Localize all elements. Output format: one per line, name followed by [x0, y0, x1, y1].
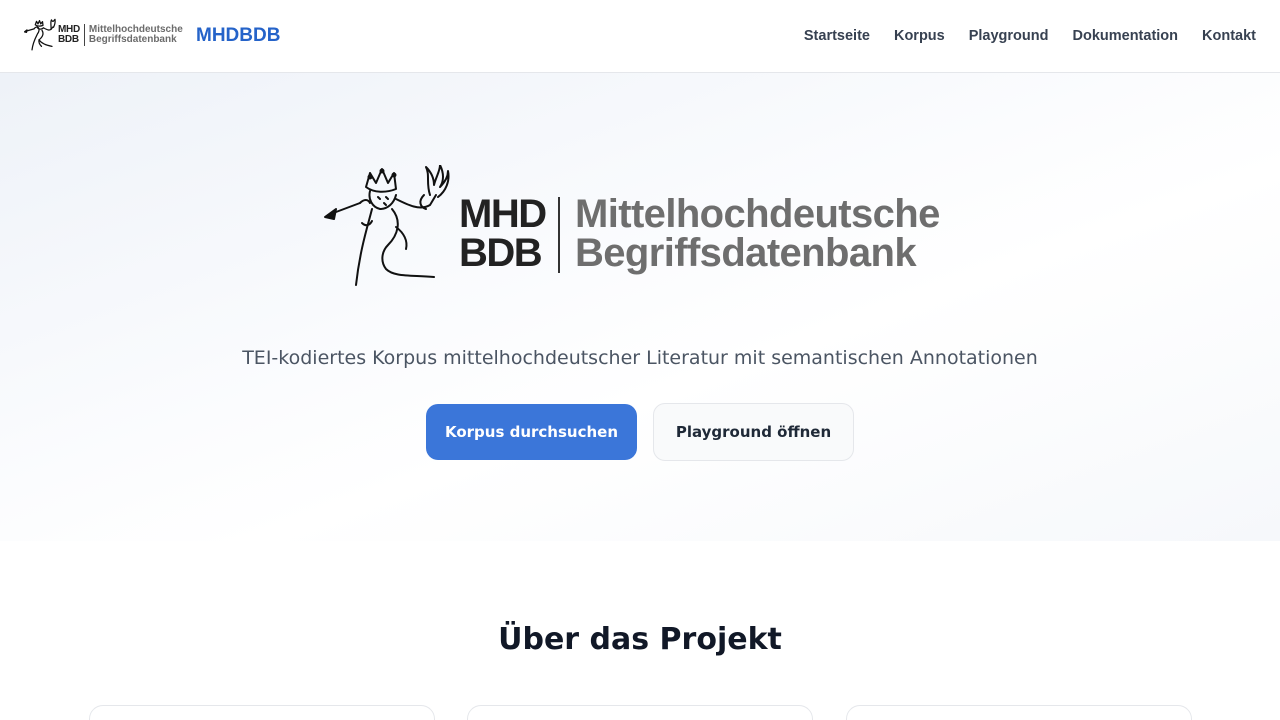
hero-logo-words-line2: Begriffsdatenbank: [575, 231, 917, 275]
logo-mark-text: MHD BDB: [58, 25, 80, 45]
about-card-3: [846, 705, 1192, 720]
hero-logo-mark-line2: BDB: [459, 231, 543, 275]
hero-logo-words-text: Mittelhochdeutsche Begriffsdatenbank: [575, 192, 940, 275]
logo-words-text: Mittelhochdeutsche Begriffsdatenbank: [88, 24, 183, 46]
about-card-1: [89, 705, 435, 720]
about-card-2: [467, 705, 813, 720]
hero-logo: MHD BDB Mittelhochdeutsche Begriffsdaten…: [322, 165, 962, 290]
about-section-title: Über das Projekt: [498, 622, 782, 657]
nav-startseite[interactable]: Startseite: [804, 25, 870, 47]
logo-mark-line2: BDB: [58, 34, 79, 45]
brand-name-link[interactable]: MHDBDB: [196, 25, 280, 47]
hero-logo-mark-text: MHD BDB: [459, 192, 547, 275]
site-header: MHD BDB Mittelhochdeutsche Begriffsdaten…: [0, 0, 1280, 73]
main-nav: Startseite Korpus Playground Dokumentati…: [804, 25, 1256, 47]
nav-dokumentation[interactable]: Dokumentation: [1072, 25, 1178, 47]
nav-kontakt[interactable]: Kontakt: [1202, 25, 1256, 47]
mascot-figure-icon: [324, 165, 450, 286]
nav-playground[interactable]: Playground: [969, 25, 1049, 47]
hero-logo-words-line1: Mittelhochdeutsche: [575, 192, 940, 236]
hero-tagline: TEI-kodiertes Korpus mittelhochdeutscher…: [242, 347, 1038, 369]
hero-section: MHD BDB Mittelhochdeutsche Begriffsdaten…: [0, 73, 1280, 541]
hero-logo-mark-line1: MHD: [459, 192, 547, 236]
open-playground-button[interactable]: Playground öffnen: [653, 403, 854, 461]
search-corpus-button[interactable]: Korpus durchsuchen: [426, 404, 637, 460]
nav-korpus[interactable]: Korpus: [894, 25, 945, 47]
hero-logo-divider: [558, 197, 560, 273]
logo-divider: [83, 24, 85, 46]
logo-words-line2: Begriffsdatenbank: [88, 34, 177, 45]
mascot-figure-icon: [24, 18, 56, 51]
header-logo[interactable]: MHD BDB Mittelhochdeutsche Begriffsdaten…: [24, 17, 183, 53]
